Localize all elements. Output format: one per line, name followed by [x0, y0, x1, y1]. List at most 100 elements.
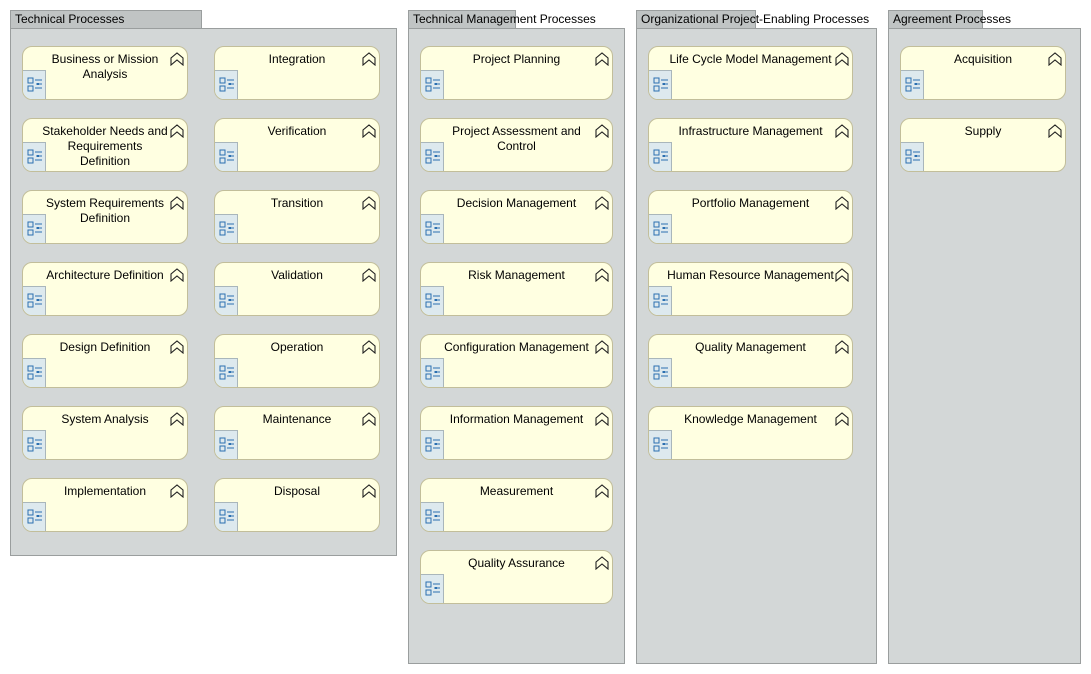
collapse-chevron-icon[interactable] [835, 268, 849, 285]
process-element-icon [421, 574, 444, 603]
collapse-chevron-icon[interactable] [595, 268, 609, 285]
collapse-chevron-icon[interactable] [595, 124, 609, 141]
process-element-icon [215, 70, 238, 99]
collapse-chevron-icon[interactable] [595, 196, 609, 213]
process-quality-management[interactable]: Quality Management [648, 334, 853, 388]
collapse-chevron-icon[interactable] [362, 412, 376, 429]
process-element-icon [421, 142, 444, 171]
collapse-chevron-icon[interactable] [835, 124, 849, 141]
process-risk-management[interactable]: Risk Management [420, 262, 613, 316]
collapse-chevron-icon[interactable] [835, 412, 849, 429]
process-label: Life Cycle Model Management [669, 52, 832, 66]
process-label: Project Planning [472, 52, 561, 66]
process-information-management[interactable]: Information Management [420, 406, 613, 460]
process-project-planning[interactable]: Project Planning [420, 46, 613, 100]
collapse-chevron-icon[interactable] [835, 340, 849, 357]
process-element-icon [215, 214, 238, 243]
process-label: Design Definition [59, 340, 151, 354]
collapse-chevron-icon[interactable] [170, 484, 184, 501]
process-transition[interactable]: Transition [214, 190, 380, 244]
process-measurement[interactable]: Measurement [420, 478, 613, 532]
process-implementation[interactable]: Implementation [22, 478, 188, 532]
collapse-chevron-icon[interactable] [170, 124, 184, 141]
process-life-cycle-model-management[interactable]: Life Cycle Model Management [648, 46, 853, 100]
process-label: Verification [267, 124, 327, 138]
collapse-chevron-icon[interactable] [595, 484, 609, 501]
process-architecture-definition[interactable]: Architecture Definition [22, 262, 188, 316]
process-project-assessment-and-control[interactable]: Project Assessment and Control [420, 118, 613, 172]
process-label: Validation [271, 268, 323, 282]
collapse-chevron-icon[interactable] [170, 340, 184, 357]
process-quality-assurance[interactable]: Quality Assurance [420, 550, 613, 604]
collapse-chevron-icon[interactable] [170, 196, 184, 213]
collapse-chevron-icon[interactable] [595, 52, 609, 69]
process-label: Business or Mission Analysis [51, 52, 159, 81]
collapse-chevron-icon[interactable] [170, 412, 184, 429]
process-element-icon [23, 358, 46, 387]
process-element-icon [421, 358, 444, 387]
process-label: Stakeholder Needs and Requirements Defin… [42, 124, 168, 168]
process-verification[interactable]: Verification [214, 118, 380, 172]
group-title: Technical Processes [15, 12, 125, 26]
process-decision-management[interactable]: Decision Management [420, 190, 613, 244]
process-element-icon [901, 70, 924, 99]
collapse-chevron-icon[interactable] [1048, 52, 1062, 69]
process-label: Risk Management [468, 268, 565, 282]
collapse-chevron-icon[interactable] [835, 196, 849, 213]
process-element-icon [649, 214, 672, 243]
process-system-requirements-definition[interactable]: System Requirements Definition [22, 190, 188, 244]
process-maintenance[interactable]: Maintenance [214, 406, 380, 460]
process-element-icon [215, 502, 238, 531]
process-element-icon [215, 430, 238, 459]
collapse-chevron-icon[interactable] [595, 412, 609, 429]
collapse-chevron-icon[interactable] [835, 52, 849, 69]
process-label: Human Resource Management [667, 268, 834, 282]
collapse-chevron-icon[interactable] [1048, 124, 1062, 141]
collapse-chevron-icon[interactable] [170, 268, 184, 285]
group-title: Technical Management Processes [413, 12, 596, 26]
process-label: Infrastructure Management [678, 124, 823, 138]
process-label: Acquisition [953, 52, 1013, 66]
process-label: Maintenance [262, 412, 332, 426]
process-element-icon [23, 214, 46, 243]
process-acquisition[interactable]: Acquisition [900, 46, 1066, 100]
process-label: Measurement [479, 484, 554, 498]
process-human-resource-management[interactable]: Human Resource Management [648, 262, 853, 316]
collapse-chevron-icon[interactable] [362, 268, 376, 285]
process-integration[interactable]: Integration [214, 46, 380, 100]
process-system-analysis[interactable]: System Analysis [22, 406, 188, 460]
process-portfolio-management[interactable]: Portfolio Management [648, 190, 853, 244]
process-validation[interactable]: Validation [214, 262, 380, 316]
collapse-chevron-icon[interactable] [362, 124, 376, 141]
process-knowledge-management[interactable]: Knowledge Management [648, 406, 853, 460]
collapse-chevron-icon[interactable] [362, 52, 376, 69]
process-disposal[interactable]: Disposal [214, 478, 380, 532]
collapse-chevron-icon[interactable] [362, 196, 376, 213]
process-infrastructure-management[interactable]: Infrastructure Management [648, 118, 853, 172]
process-label: Disposal [273, 484, 321, 498]
process-configuration-management[interactable]: Configuration Management [420, 334, 613, 388]
process-element-icon [649, 286, 672, 315]
collapse-chevron-icon[interactable] [595, 556, 609, 573]
collapse-chevron-icon[interactable] [595, 340, 609, 357]
process-label: System Analysis [61, 412, 149, 426]
process-operation[interactable]: Operation [214, 334, 380, 388]
collapse-chevron-icon[interactable] [362, 340, 376, 357]
process-label: Transition [270, 196, 324, 210]
process-label: Architecture Definition [46, 268, 164, 282]
process-element-icon [421, 430, 444, 459]
group-title: Organizational Project-Enabling Processe… [641, 12, 870, 26]
process-label: Integration [268, 52, 326, 66]
process-supply[interactable]: Supply [900, 118, 1066, 172]
collapse-chevron-icon[interactable] [362, 484, 376, 501]
process-business-or-mission-analysis[interactable]: Business or Mission Analysis [22, 46, 188, 100]
collapse-chevron-icon[interactable] [170, 52, 184, 69]
process-element-icon [215, 358, 238, 387]
process-element-icon [649, 70, 672, 99]
process-label: Decision Management [456, 196, 577, 210]
process-design-definition[interactable]: Design Definition [22, 334, 188, 388]
process-stakeholder-needs-and-requirements-definition[interactable]: Stakeholder Needs and Requirements Defin… [22, 118, 188, 172]
process-element-icon [23, 70, 46, 99]
process-element-icon [23, 502, 46, 531]
process-element-icon [421, 214, 444, 243]
